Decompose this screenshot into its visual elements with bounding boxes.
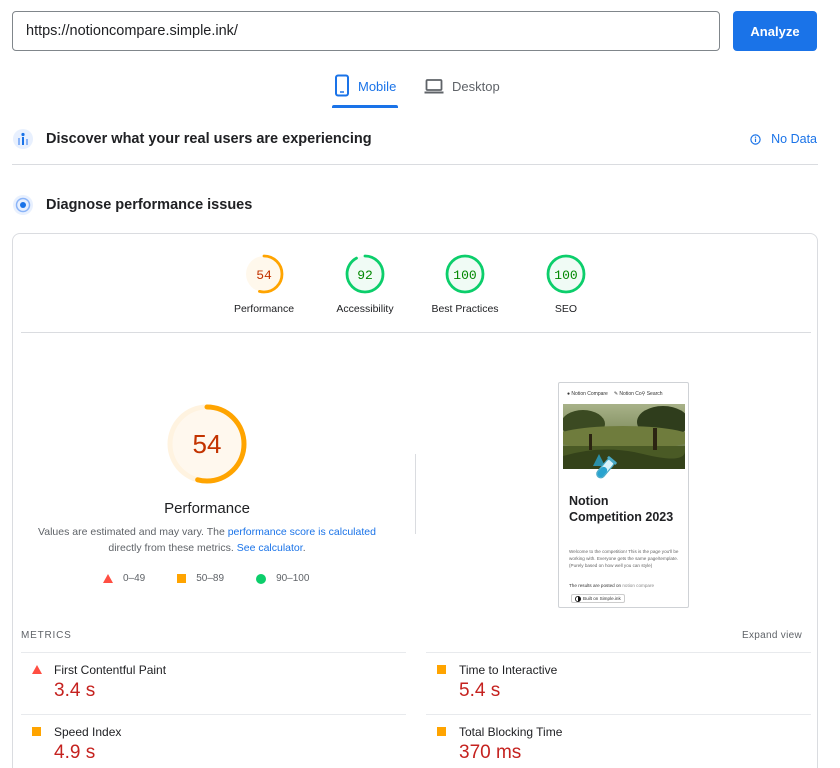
tab-mobile[interactable]: Mobile bbox=[331, 74, 399, 108]
test-tube-icon bbox=[596, 456, 617, 479]
info-icon bbox=[750, 133, 761, 145]
accessibility-gauge-label: Accessibility bbox=[336, 303, 394, 315]
performance-gauge-label: Performance bbox=[233, 303, 295, 315]
simple-ink-logo-icon bbox=[575, 595, 581, 602]
seo-gauge-label: SEO bbox=[554, 303, 578, 315]
best-practices-gauge-label: Best Practices bbox=[431, 303, 499, 315]
diagnose-section: Diagnose performance issues bbox=[12, 190, 817, 220]
tab-desktop[interactable]: Desktop bbox=[424, 74, 500, 108]
section-divider bbox=[12, 164, 818, 165]
metric-si: Speed Index 4.9 s bbox=[21, 714, 406, 768]
metric-tbt-name: Total Blocking Time bbox=[459, 725, 563, 739]
square-icon bbox=[437, 727, 446, 736]
screenshot-title: Notion Competition 2023 bbox=[569, 494, 674, 524]
circle-icon bbox=[256, 573, 267, 584]
performance-big-gauge: 54 bbox=[167, 404, 247, 484]
see-calculator-link[interactable]: See calculator bbox=[237, 542, 303, 554]
no-data-indicator[interactable]: No Data bbox=[750, 124, 817, 154]
screenshot-nav-competition: ✎ Notion Co⚲ Search bbox=[613, 391, 663, 397]
field-data-section: Discover what your real users are experi… bbox=[12, 124, 817, 154]
screenshot-body: Welcome to the competition! This is the … bbox=[569, 549, 679, 568]
metric-tti-name: Time to Interactive bbox=[459, 663, 558, 677]
vertical-divider bbox=[415, 454, 416, 534]
gauge-score: 92 bbox=[357, 268, 373, 283]
metric-tti: Time to Interactive 5.4 s bbox=[426, 652, 811, 714]
metric-fcp-value: 3.4 s bbox=[54, 680, 96, 701]
page-screenshot: ● Notion Compare ✎ Notion Co⚲ Search Not… bbox=[558, 382, 689, 608]
triangle-icon bbox=[103, 574, 113, 583]
screenshot-built-badge: Built on Simple.ink bbox=[571, 594, 625, 603]
analyze-button[interactable]: Analyze bbox=[733, 11, 817, 51]
gauge-score: 100 bbox=[453, 268, 476, 283]
accessibility-gauge[interactable]: 92 Accessibility bbox=[315, 252, 415, 315]
gauge-score: 54 bbox=[256, 268, 272, 283]
triangle-icon bbox=[32, 665, 42, 674]
performance-big-score: 54 bbox=[193, 429, 222, 459]
metrics-heading: METRICS bbox=[21, 630, 72, 641]
expand-view-toggle[interactable]: Expand view bbox=[742, 630, 802, 641]
square-icon bbox=[177, 574, 187, 583]
seo-gauge-ring: 100 bbox=[546, 254, 586, 294]
tab-desktop-label: Desktop bbox=[452, 79, 500, 94]
score-calc-link[interactable]: performance score is calculated bbox=[228, 526, 376, 538]
diagnose-title: Diagnose performance issues bbox=[46, 197, 253, 213]
score-legend: 0–49 50–89 90–100 bbox=[103, 573, 309, 584]
legend-fail: 0–49 bbox=[103, 573, 145, 584]
laptop-icon bbox=[424, 79, 444, 94]
seo-gauge[interactable]: 100 SEO bbox=[516, 252, 616, 315]
screenshot-nav: ● Notion Compare ✎ Notion Co⚲ Search bbox=[567, 391, 663, 397]
report-card: 54 Performance 92 Accessibility 100 Best… bbox=[12, 233, 818, 768]
no-data-label: No Data bbox=[771, 132, 817, 146]
metric-si-value: 4.9 s bbox=[54, 742, 96, 763]
legend-average: 50–89 bbox=[177, 573, 224, 584]
screenshot-results: The results are posted on notion compare bbox=[569, 583, 655, 588]
screenshot-hero-image bbox=[563, 404, 685, 469]
metric-tbt-value: 370 ms bbox=[459, 742, 522, 763]
gauges-divider bbox=[21, 332, 811, 333]
performance-big-label: Performance bbox=[164, 500, 250, 517]
performance-gauge[interactable]: 54 Performance bbox=[214, 252, 314, 315]
metric-tbt: Total Blocking Time 370 ms bbox=[426, 714, 811, 768]
gauge-score: 100 bbox=[554, 268, 577, 283]
square-icon bbox=[437, 665, 446, 674]
metric-si-name: Speed Index bbox=[54, 725, 122, 739]
url-input[interactable] bbox=[12, 11, 720, 51]
legend-pass: 90–100 bbox=[256, 573, 309, 584]
phone-icon bbox=[335, 74, 349, 97]
field-data-title: Discover what your real users are experi… bbox=[46, 131, 372, 147]
metric-tti-value: 5.4 s bbox=[459, 680, 501, 701]
tab-mobile-label: Mobile bbox=[358, 79, 397, 94]
accessibility-gauge-ring: 92 bbox=[345, 254, 385, 294]
screenshot-nav-compare: ● Notion Compare bbox=[567, 391, 608, 397]
performance-gauge-ring: 54 bbox=[244, 254, 284, 294]
metric-fcp: First Contentful Paint 3.4 s bbox=[21, 652, 406, 714]
metric-fcp-name: First Contentful Paint bbox=[54, 663, 167, 677]
best-practices-gauge-ring: 100 bbox=[445, 254, 485, 294]
users-chart-icon bbox=[12, 128, 34, 150]
score-note: Values are estimated and may vary. The p… bbox=[38, 526, 376, 554]
best-practices-gauge[interactable]: 100 Best Practices bbox=[415, 252, 515, 315]
square-icon bbox=[32, 727, 41, 736]
lighthouse-icon bbox=[12, 194, 34, 216]
